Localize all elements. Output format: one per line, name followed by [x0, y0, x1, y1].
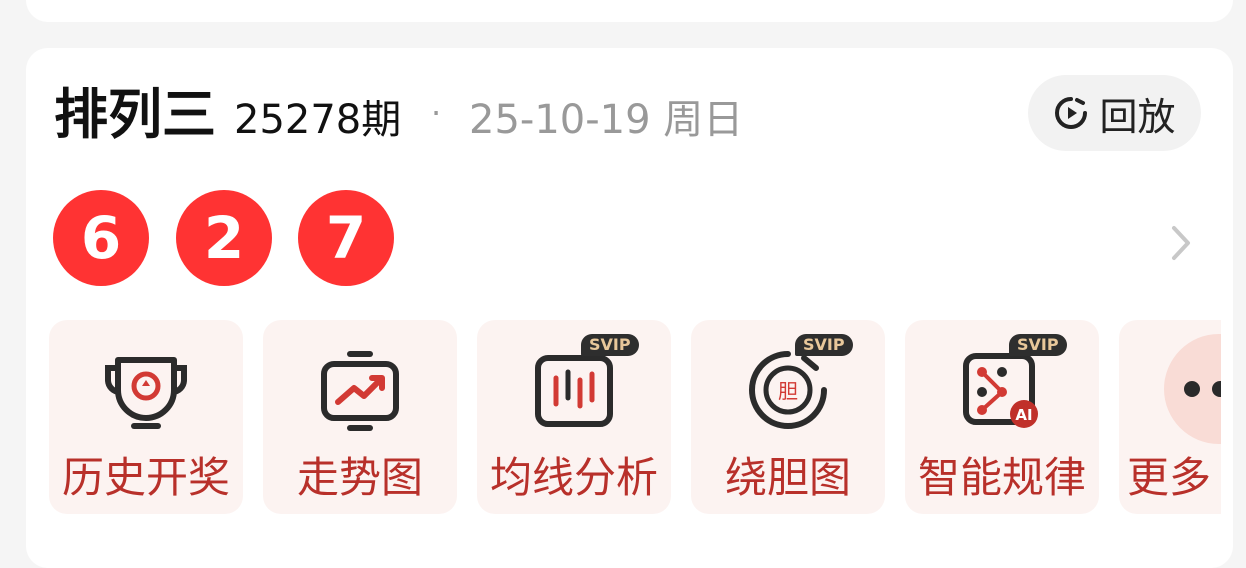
tool-trend-chart[interactable]: 走势图	[263, 320, 457, 514]
tool-moving-average[interactable]: SVIP 均线分析	[477, 320, 671, 514]
candlestick-icon	[528, 344, 620, 436]
issue-number: 25278期	[234, 97, 402, 143]
ai-glyph: AI	[1015, 406, 1032, 424]
tool-label: 更多	[1127, 453, 1212, 502]
replay-button[interactable]: 回放	[1028, 75, 1201, 151]
replay-clock-icon	[1055, 97, 1088, 129]
tool-label: 智能规律	[917, 453, 1086, 502]
tool-more[interactable]: 更多	[1119, 320, 1221, 514]
tool-grid: 历史开奖 走势图 SVIP 均线分析 胆 SVIP 绕胆图 AI SVIP 智能…	[26, 320, 1221, 520]
ai-pattern-icon: AI	[956, 344, 1048, 436]
draw-date: 25-10-19 周日	[469, 97, 744, 143]
tool-label: 均线分析	[489, 453, 658, 502]
tool-ai-pattern[interactable]: AI SVIP 智能规律	[905, 320, 1099, 514]
more-dots-icon	[1164, 334, 1221, 444]
tool-dan-cycle[interactable]: 胆 SVIP 绕胆图	[691, 320, 885, 514]
previous-card	[26, 0, 1233, 22]
lottery-name: 排列三	[54, 83, 216, 146]
trend-chart-icon	[314, 344, 406, 436]
lottery-result-card[interactable]: 排列三 25278期 · 25-10-19 周日 回放 6 2 7 历史开奖 走…	[26, 48, 1233, 568]
number-ball: 7	[298, 190, 394, 286]
tool-label: 走势图	[296, 453, 423, 502]
tool-label: 历史开奖	[61, 453, 230, 502]
number-ball: 2	[176, 190, 272, 286]
separator-dot: ·	[431, 94, 442, 132]
chevron-right-icon[interactable]	[1166, 220, 1198, 266]
tool-label: 绕胆图	[724, 453, 851, 502]
svip-badge: SVIP	[795, 334, 853, 356]
number-ball: 6	[53, 190, 149, 286]
replay-label: 回放	[1099, 94, 1176, 139]
svip-badge: SVIP	[581, 334, 639, 356]
trophy-icon	[100, 344, 192, 436]
cycle-dan-icon: 胆	[742, 344, 834, 436]
dan-glyph: 胆	[778, 379, 798, 403]
tool-history-draws[interactable]: 历史开奖	[49, 320, 243, 514]
svip-badge: SVIP	[1009, 334, 1067, 356]
